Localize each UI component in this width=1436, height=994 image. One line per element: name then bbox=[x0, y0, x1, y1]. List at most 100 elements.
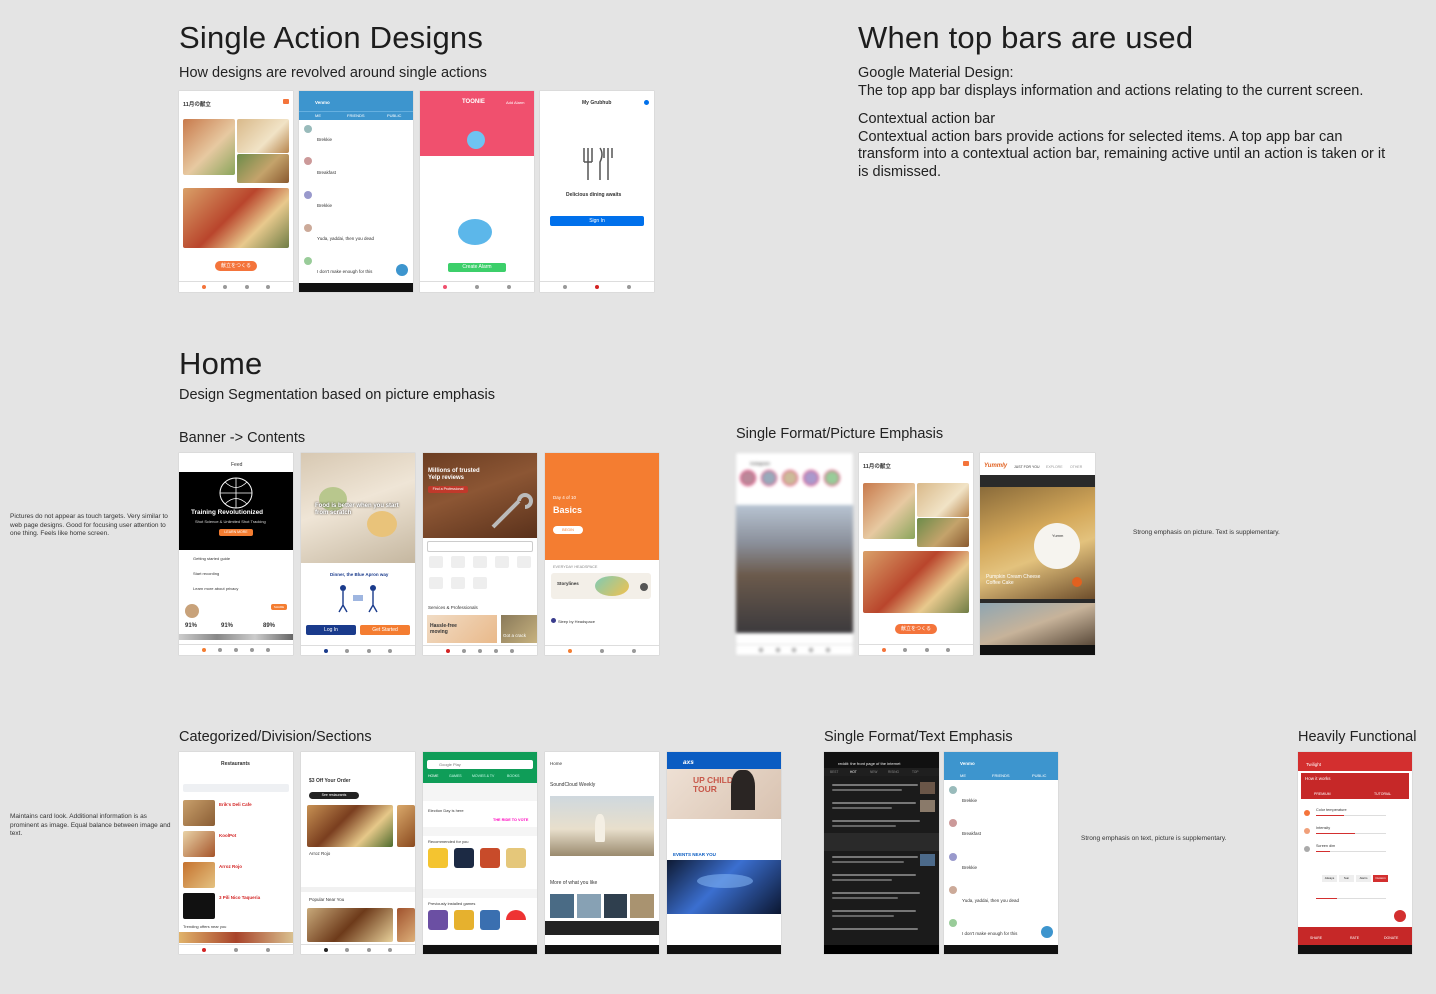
feed-item[interactable]: Start recording bbox=[193, 571, 219, 576]
wrench-icon bbox=[491, 493, 533, 529]
tab-public[interactable]: PUBLIC bbox=[1032, 773, 1046, 778]
bird-illustration bbox=[458, 219, 492, 245]
sleep-row[interactable]: Sleep by Headspace bbox=[558, 619, 595, 624]
tab[interactable]: NEW bbox=[870, 770, 877, 774]
cookpad-cta-button[interactable]: 献立をつくる bbox=[215, 261, 257, 271]
election-card[interactable] bbox=[423, 801, 537, 827]
blueapron-screenshot: Food is better when you start from scrat… bbox=[301, 453, 415, 655]
tutorial-link[interactable]: TUTORIAL bbox=[1374, 792, 1391, 796]
stat-value: 91% bbox=[221, 623, 234, 629]
category-icon[interactable] bbox=[451, 556, 465, 568]
rate-button[interactable]: RATE bbox=[1350, 936, 1359, 940]
venmo-title: Venmo bbox=[960, 761, 975, 766]
tab[interactable]: HOT bbox=[850, 770, 857, 774]
tracks-row bbox=[550, 894, 654, 918]
intensity-slider[interactable] bbox=[1316, 833, 1386, 834]
donate-button[interactable]: DONATE bbox=[1384, 936, 1398, 940]
premium-link[interactable]: PREMIUM bbox=[1314, 792, 1331, 796]
restaurant-name[interactable]: KoolPot bbox=[219, 833, 236, 838]
play-icon[interactable] bbox=[640, 583, 648, 591]
tab-games[interactable]: GAMES bbox=[449, 774, 462, 778]
tab-friends[interactable]: FRIENDS bbox=[347, 113, 365, 118]
tab-friends[interactable]: FRIENDS bbox=[992, 773, 1010, 778]
grubhub-title: My Grubhub bbox=[582, 100, 612, 106]
post-thumbnail bbox=[920, 782, 935, 794]
cookpad-menu-icon[interactable] bbox=[283, 99, 289, 104]
search-input[interactable] bbox=[183, 784, 289, 792]
login-button[interactable]: Log In bbox=[306, 625, 356, 635]
restaurant-name[interactable]: Erik's Deli Cafe bbox=[219, 802, 252, 807]
tab-home[interactable]: HOME bbox=[428, 774, 439, 778]
category-icon[interactable] bbox=[495, 556, 509, 568]
cookpad-picture-screenshot: 11月の献立 献立をつくる bbox=[859, 453, 973, 655]
feed-item[interactable]: Getting started guide bbox=[193, 556, 230, 561]
cookpad-cta-button[interactable]: 献立をつくる bbox=[895, 624, 937, 634]
begin-button[interactable]: BEGIN bbox=[553, 526, 583, 534]
single-action-title: Single Action Designs bbox=[179, 20, 484, 55]
avatar bbox=[304, 157, 312, 165]
tab-books[interactable]: BOOKS bbox=[507, 774, 519, 778]
dim-slider[interactable] bbox=[1316, 851, 1386, 852]
yum-button[interactable] bbox=[1072, 577, 1082, 587]
search-input[interactable] bbox=[427, 541, 533, 552]
filter-option[interactable]: Custom bbox=[1373, 875, 1388, 882]
tab-movies[interactable]: MOVIES & TV bbox=[472, 774, 494, 778]
headspace-screenshot: Day 4 of 10 Basics BEGIN EVERYDAY HEADSP… bbox=[545, 453, 659, 655]
cookpad-title: 11月の献立 bbox=[863, 464, 891, 470]
category-icon[interactable] bbox=[429, 577, 443, 589]
post-photo bbox=[736, 505, 853, 633]
app-icon bbox=[454, 910, 474, 930]
pause-fab[interactable] bbox=[1394, 910, 1406, 922]
category-icon[interactable] bbox=[473, 577, 487, 589]
feed-note: Brekkie bbox=[962, 865, 978, 870]
axs-logo: axs bbox=[683, 759, 694, 766]
filter-option[interactable]: Sun bbox=[1339, 875, 1354, 882]
add-alarm-link[interactable]: Add Alarm bbox=[506, 100, 524, 105]
restaurant-name[interactable]: Arroz Rojo bbox=[219, 864, 242, 869]
app-icon bbox=[428, 910, 448, 930]
promo-card[interactable] bbox=[501, 615, 537, 643]
share-button[interactable]: SHARE bbox=[1310, 936, 1322, 940]
learn-more-button[interactable]: LEARN MORE bbox=[219, 529, 253, 536]
sign-in-button[interactable]: Sign In bbox=[550, 216, 644, 226]
feed-note: Breakfast bbox=[962, 831, 982, 836]
temperature-slider[interactable] bbox=[1316, 815, 1386, 816]
settings-icon[interactable] bbox=[644, 100, 649, 105]
find-professional-button[interactable]: Find a Professional bbox=[428, 486, 468, 493]
toonie-title: TOONIE bbox=[462, 99, 485, 105]
tab-me[interactable]: ME bbox=[960, 773, 966, 778]
avatar bbox=[949, 919, 957, 927]
category-icon[interactable] bbox=[517, 556, 531, 568]
restaurant-name[interactable]: 3 Pili Nico Taqueria bbox=[219, 895, 260, 900]
category-icon[interactable] bbox=[473, 556, 487, 568]
tab-other[interactable]: OTHER bbox=[1070, 465, 1082, 469]
filter-option[interactable]: Alarm bbox=[1356, 875, 1371, 882]
tab[interactable]: BEST bbox=[830, 770, 838, 774]
instagram-title: Instagram bbox=[750, 461, 771, 466]
avatar bbox=[304, 125, 312, 133]
cookpad-menu-icon[interactable] bbox=[963, 461, 969, 466]
venmo-pay-fab[interactable] bbox=[1041, 926, 1053, 938]
feed-item[interactable]: Learn more about privacy bbox=[193, 586, 238, 591]
tab-explore[interactable]: EXPLORE bbox=[1046, 465, 1063, 469]
see-restaurants-button[interactable]: See restaurants bbox=[309, 792, 359, 799]
food-photo bbox=[863, 551, 969, 613]
events-heading: EVENTS NEAR YOU bbox=[673, 852, 716, 857]
restaurant-name[interactable]: Arroz Rojo bbox=[309, 851, 330, 856]
tab-me[interactable]: ME bbox=[315, 113, 321, 118]
filter-option[interactable]: Always bbox=[1322, 875, 1337, 882]
tab[interactable]: RISING bbox=[888, 770, 899, 774]
tab[interactable]: TOP bbox=[912, 770, 919, 774]
promo-headline: $3 Off Your Order bbox=[309, 778, 351, 784]
single-text-note: Strong emphasis on text, picture is supp… bbox=[1081, 835, 1227, 842]
tab-public[interactable]: PUBLIC bbox=[387, 113, 401, 118]
create-alarm-button[interactable]: Create Alarm bbox=[448, 263, 506, 272]
restaurant-photo bbox=[183, 862, 215, 888]
mini-player[interactable] bbox=[545, 921, 659, 935]
venmo-pay-fab[interactable] bbox=[396, 264, 408, 276]
get-started-button[interactable]: Get Started bbox=[360, 625, 410, 635]
category-icon[interactable] bbox=[451, 577, 465, 589]
tab-just-for-you[interactable]: JUST FOR YOU bbox=[1014, 465, 1040, 469]
category-icon[interactable] bbox=[429, 556, 443, 568]
app-icons-row bbox=[428, 848, 532, 870]
